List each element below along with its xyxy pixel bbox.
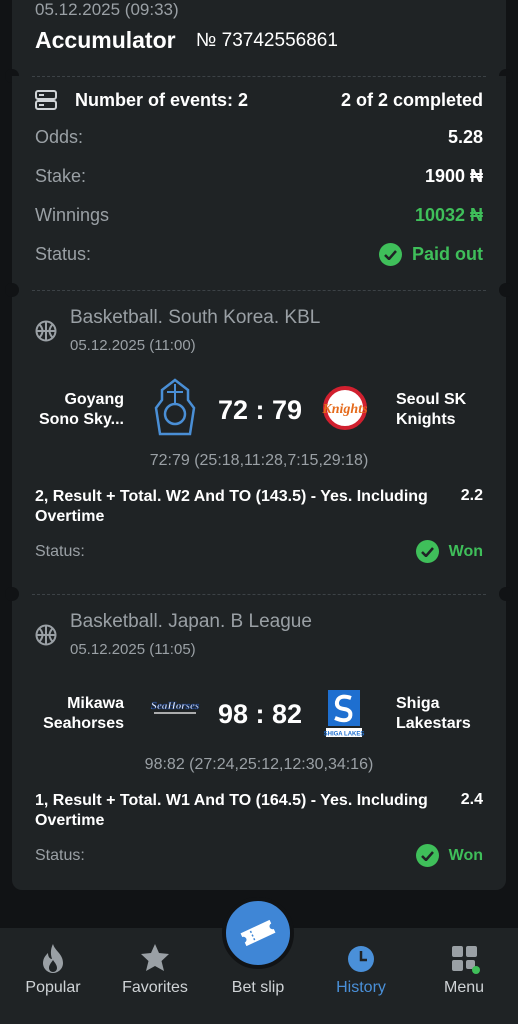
- svg-text:SHIGA LAKES: SHIGA LAKES: [324, 732, 365, 738]
- winnings-row: Winnings 10032 ₦: [35, 205, 483, 226]
- completed-count: 2 of 2 completed: [340, 89, 483, 110]
- status-label: Status:: [35, 244, 92, 264]
- events-count-label: Number of events: 2: [75, 89, 249, 110]
- event-league: Basketball. Japan. B League: [70, 611, 312, 632]
- grid-menu-icon: [452, 946, 480, 974]
- bet-selection: 2, Result + Total. W2 And TO (143.5) - Y…: [35, 488, 428, 525]
- event-status-label: Status:: [35, 542, 85, 560]
- nav-history[interactable]: History: [311, 928, 411, 1024]
- event-league: Basketball. South Korea. KBL: [70, 307, 321, 328]
- ticket-notch: [5, 587, 19, 601]
- home-team-name: Goyang Sono Sky...: [38, 391, 124, 428]
- status-row: Status: Paid out: [35, 243, 483, 266]
- ticket-notch: [5, 283, 19, 297]
- event-status-row: Status: Won: [35, 844, 483, 867]
- away-team-name: Shiga Lakestars: [396, 695, 471, 732]
- nav-favorites-label: Favorites: [122, 979, 188, 996]
- event-status-value: Won: [448, 542, 483, 560]
- event-status-label: Status:: [35, 846, 85, 864]
- ticket-notch: [499, 283, 513, 297]
- nav-favorites[interactable]: Favorites: [105, 928, 205, 1024]
- stake-row: Stake: 1900 ₦: [35, 166, 483, 187]
- away-team-name: Seoul SK Knights: [396, 391, 467, 428]
- check-circle-icon: [379, 243, 402, 266]
- dashed-divider: [32, 76, 486, 77]
- events-count-row: Number of events: 2 2 of 2 completed: [35, 88, 483, 112]
- svg-text:SeaHorses: SeaHorses: [151, 700, 199, 712]
- home-team-logo: SeaHorses: [151, 700, 199, 714]
- odds-row: Odds: 5.28: [35, 127, 483, 148]
- winnings-label: Winnings: [35, 205, 110, 225]
- check-circle-icon: [415, 540, 439, 563]
- dashed-divider: [32, 594, 486, 595]
- nav-betslip-label: Bet slip: [231, 979, 285, 996]
- event-status-row: Status: Won: [35, 540, 483, 563]
- flame-icon: [43, 944, 63, 973]
- ticket-number: № 73742556861: [196, 30, 338, 51]
- bet-slip-fab[interactable]: [222, 897, 294, 969]
- svg-text:Knights: Knights: [321, 402, 368, 417]
- bet-selection: 1, Result + Total. W1 And TO (164.5) - Y…: [35, 792, 428, 829]
- odds-label: Odds:: [35, 127, 84, 147]
- selection-odds: 2.2: [460, 487, 483, 504]
- stake-value: 1900 ₦: [424, 166, 483, 186]
- stake-label: Stake:: [35, 166, 87, 186]
- dashed-divider: [32, 290, 486, 291]
- nav-menu[interactable]: Menu: [414, 928, 514, 1024]
- ticket-notch: [499, 587, 513, 601]
- match-score: 72 : 79: [217, 395, 303, 425]
- home-team-logo: [154, 378, 196, 436]
- basketball-icon: [35, 320, 57, 342]
- star-icon: [141, 944, 169, 971]
- events-list-icon: [35, 90, 57, 110]
- event-date: 05.12.2025 (11:00): [70, 337, 196, 354]
- away-team-logo: SHIGA LAKES: [324, 690, 365, 738]
- basketball-icon: [35, 624, 57, 646]
- match-score: 98 : 82: [217, 699, 303, 729]
- nav-popular-label: Popular: [25, 979, 81, 996]
- clock-icon: [348, 946, 374, 972]
- away-team-logo: Knights: [321, 386, 368, 430]
- event-status-value: Won: [448, 846, 483, 864]
- nav-history-label: History: [336, 979, 386, 996]
- ticket-icon: [240, 919, 276, 947]
- nav-menu-label: Menu: [443, 979, 485, 996]
- bet-type-title: Accumulator: [35, 27, 176, 53]
- nav-popular[interactable]: Popular: [3, 928, 103, 1024]
- period-scores: 72:79 (25:18,11:28,7:15,29:18): [149, 452, 369, 469]
- status-value: Paid out: [412, 244, 483, 264]
- event-date: 05.12.2025 (11:05): [70, 641, 196, 658]
- period-scores: 98:82 (27:24,25:12,12:30,34:16): [144, 756, 374, 773]
- home-team-name: Mikawa Seahorses: [43, 695, 124, 732]
- bet-date: 05.12.2025 (09:33): [35, 0, 179, 19]
- selection-odds: 2.4: [460, 791, 483, 808]
- winnings-value: 10032 ₦: [414, 205, 483, 225]
- check-circle-icon: [415, 844, 439, 867]
- odds-value: 5.28: [447, 127, 483, 147]
